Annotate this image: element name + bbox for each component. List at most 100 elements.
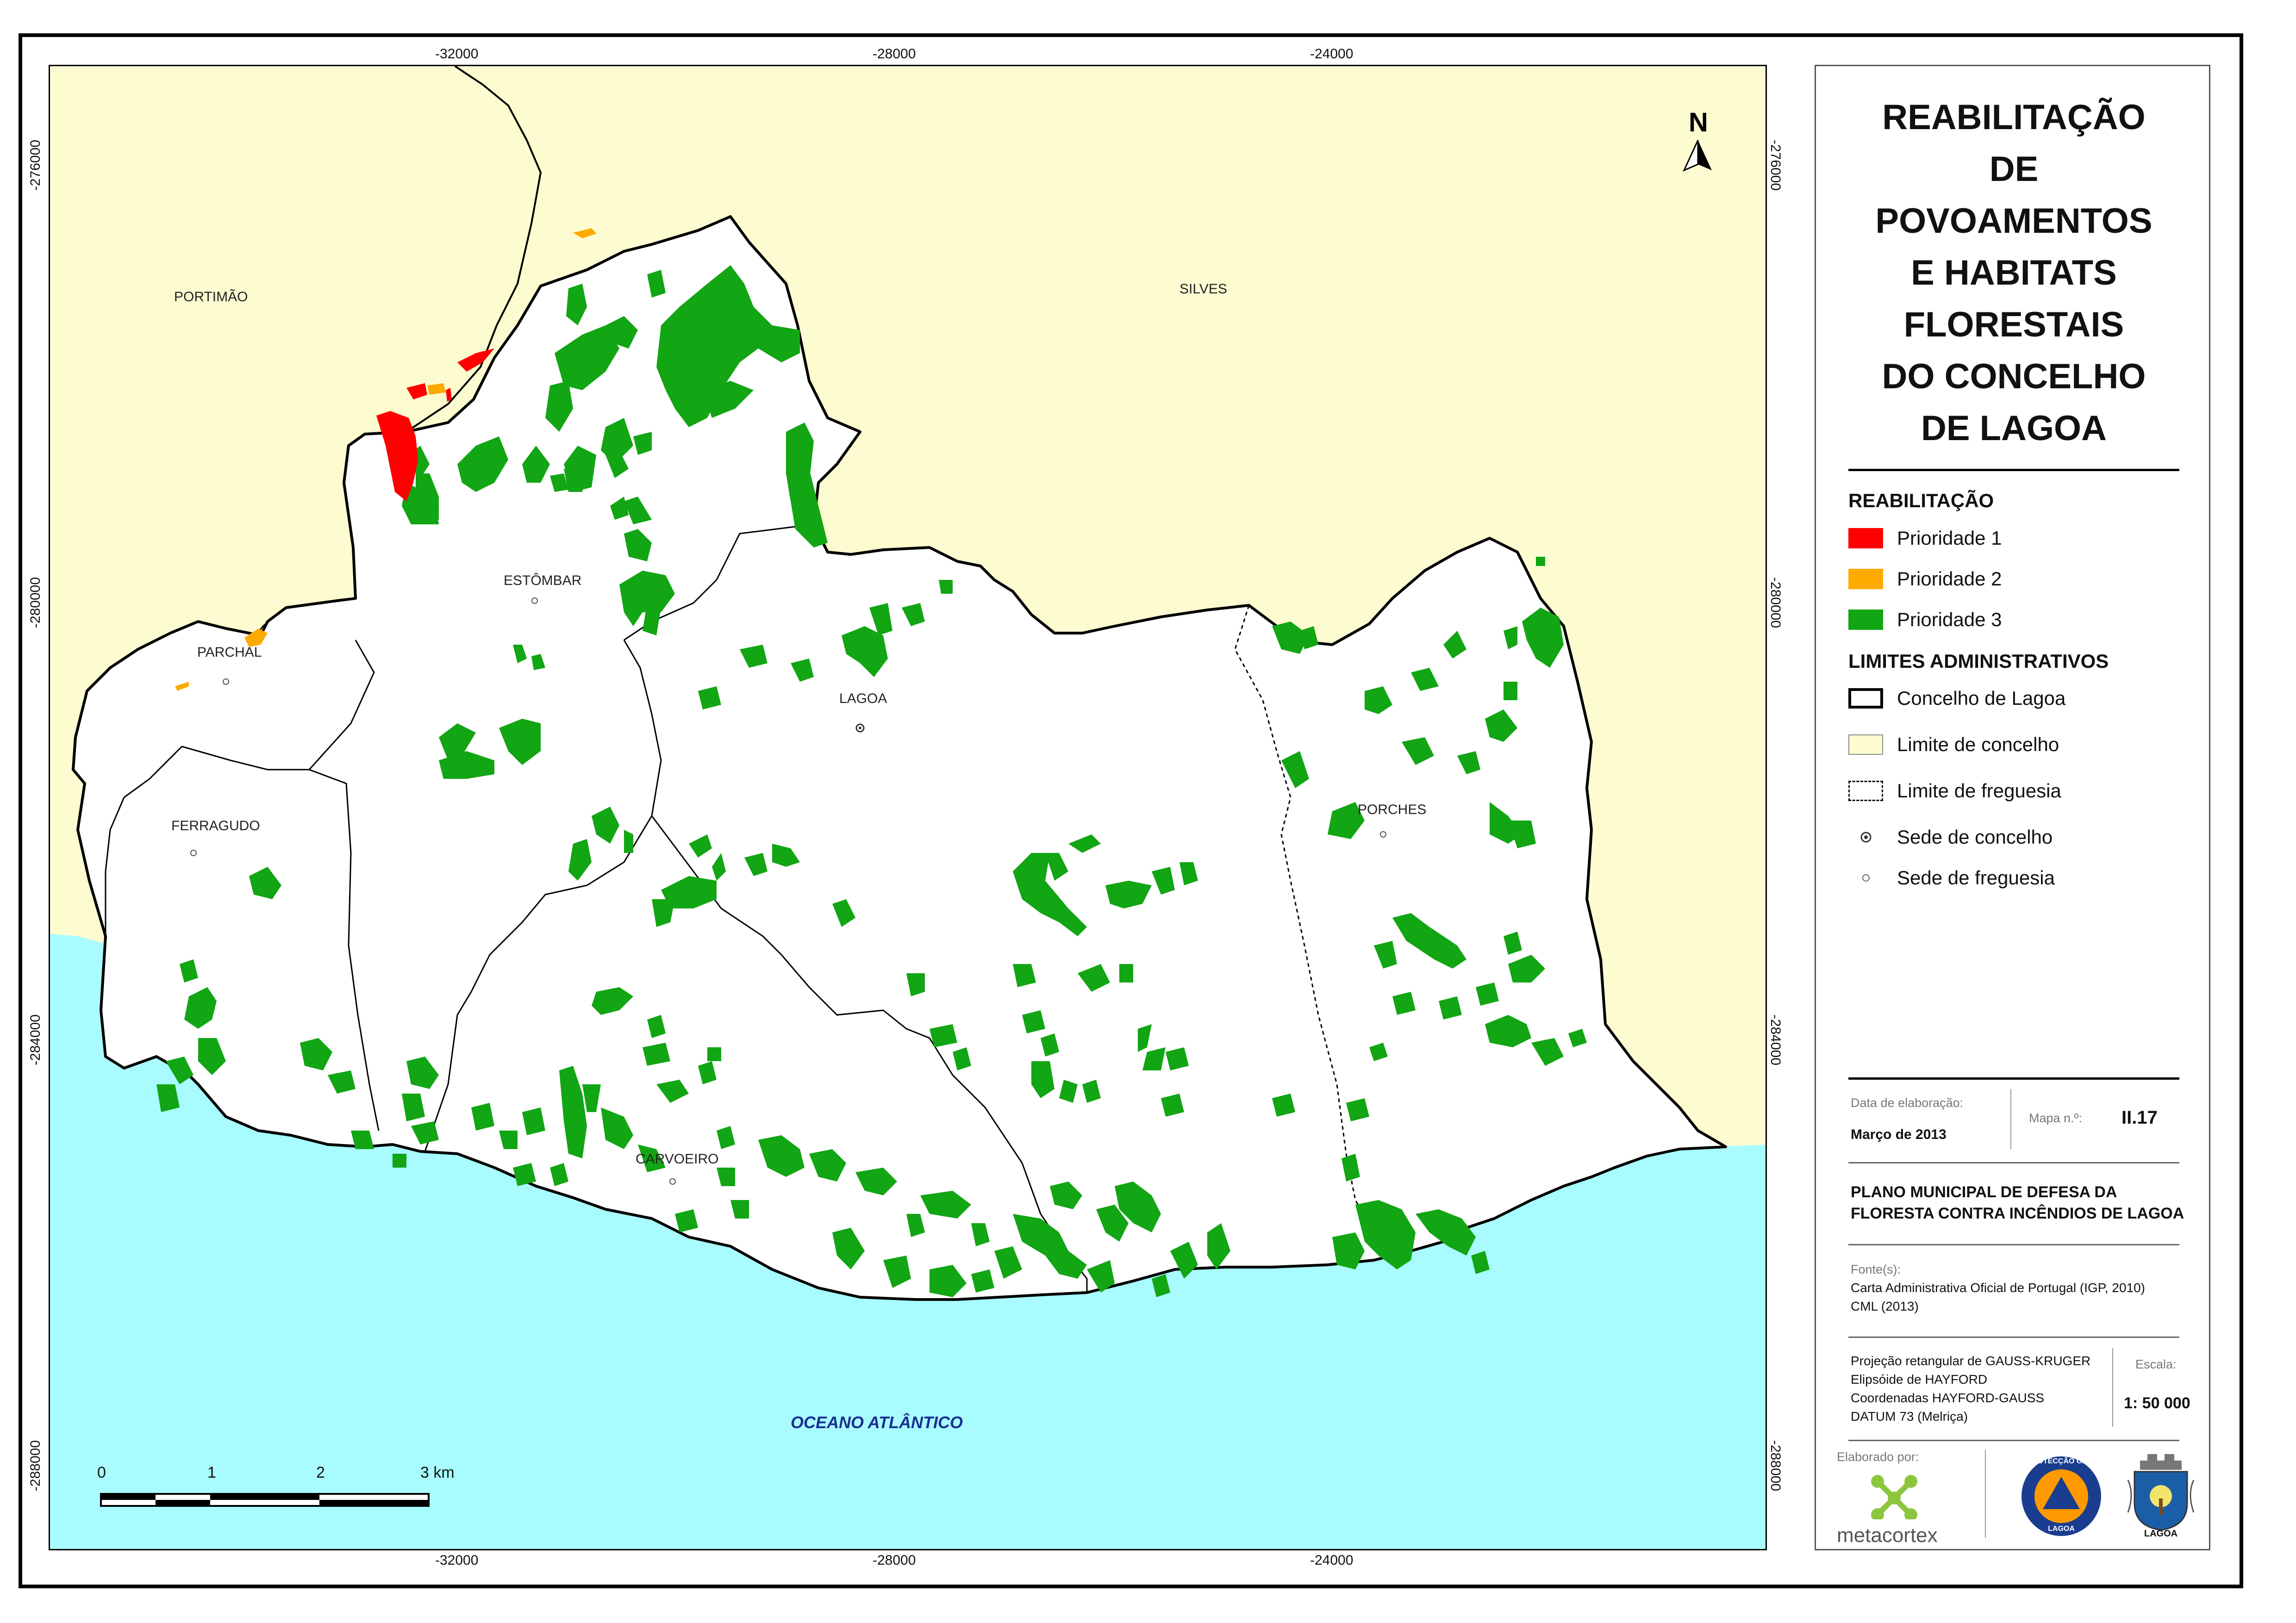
- priority-3-label: Prioridade 3: [1897, 609, 2002, 630]
- top-tick-3: -24000: [1310, 46, 1354, 62]
- north-arrow-label: N: [1689, 107, 1708, 137]
- lagoa-crest-logo: LAGOA: [2121, 1452, 2200, 1540]
- title-line-6: DO CONCELHO: [1882, 357, 2146, 396]
- sede-concelho-label: Sede de concelho: [1897, 826, 2053, 848]
- right-tick-2: -280000: [1768, 577, 1784, 628]
- concelho-lagoa-swatch: [1848, 688, 1883, 709]
- made-by-label: Elaborado por:: [1837, 1450, 1919, 1464]
- map-number-label: Mapa n.º:: [2029, 1111, 2082, 1125]
- left-tick-2: -280000: [28, 577, 44, 628]
- sede-freguesia-label: Sede de freguesia: [1897, 867, 2055, 889]
- label-portimao: PORTIMÃO: [174, 289, 248, 305]
- date-separator: [2010, 1089, 2011, 1149]
- admin-heading: LIMITES ADMINISTRATIVOS: [1848, 650, 2109, 672]
- label-ocean: OCEANO ATLÂNTICO: [791, 1413, 963, 1432]
- limite-concelho-swatch: [1848, 734, 1883, 755]
- right-tick-1: -276000: [1768, 139, 1784, 191]
- meta-divider-5: [1848, 1440, 2179, 1441]
- scale-value: 1: 50 000: [2124, 1394, 2190, 1412]
- bottom-tick-2: -28000: [873, 1553, 916, 1568]
- meta-divider-4: [1848, 1337, 2179, 1338]
- legend-priority-3: Prioridade 3: [1848, 606, 2002, 634]
- projection-line-1: Projeção retangular de GAUSS-KRUGER: [1851, 1354, 2091, 1368]
- map-canvas[interactable]: PORTIMÃO SILVES ESTÔMBAR PARCHAL LAGOA F…: [49, 65, 1767, 1550]
- date-label: Data de elaboração:: [1851, 1096, 1964, 1110]
- label-estombar: ESTÔMBAR: [504, 573, 582, 588]
- metacortex-wordmark: metacortex: [1837, 1524, 1938, 1547]
- concelho-lagoa-label: Concelho de Lagoa: [1897, 687, 2066, 709]
- projection-line-2: Elipsóide de HAYFORD: [1851, 1372, 1988, 1387]
- meta-divider-2: [1848, 1162, 2179, 1163]
- legend-limite-concelho: Limite de concelho: [1848, 731, 2059, 759]
- label-porches: PORCHES: [1358, 802, 1427, 817]
- title-line-4: E HABITATS: [1911, 253, 2117, 292]
- title-line-3: POVOAMENTOS: [1875, 201, 2152, 241]
- top-tick-2: -28000: [873, 46, 916, 62]
- sources-label: Fonte(s):: [1851, 1262, 1901, 1276]
- sede-freguesia-icon: [1848, 868, 1883, 888]
- label-carvoeiro: CARVOEIRO: [636, 1151, 719, 1167]
- source-2: CML (2013): [1851, 1299, 1919, 1313]
- date-value: Março de 2013: [1851, 1127, 1947, 1142]
- priority-1-label: Prioridade 1: [1897, 527, 2002, 549]
- limite-freguesia-swatch: [1848, 781, 1883, 801]
- limite-concelho-label: Limite de concelho: [1897, 734, 2059, 755]
- legend-panel: REABILITAÇÃO DE POVOAMENTOS E HABITATS F…: [1815, 65, 2210, 1550]
- title-line-7: DE LAGOA: [1921, 409, 2107, 448]
- left-tick-1: -276000: [28, 139, 44, 191]
- scale-label-1: 1: [207, 1464, 216, 1481]
- scale-label-3: 3 km: [420, 1464, 455, 1481]
- legend-concelho-lagoa: Concelho de Lagoa: [1848, 684, 2065, 712]
- protecao-civil-lagoa-text: LAGOA: [2048, 1525, 2075, 1533]
- scale-label-0: 0: [97, 1464, 106, 1481]
- map-title: REABILITAÇÃO DE POVOAMENTOS E HABITATS F…: [1816, 92, 2212, 454]
- label-parchal: PARCHAL: [197, 645, 262, 660]
- priority-1-swatch: [1848, 528, 1883, 548]
- title-line-5: FLORESTAIS: [1903, 305, 2124, 344]
- left-tick-3: -284000: [28, 1014, 44, 1066]
- map-number-value: II.17: [2121, 1107, 2158, 1128]
- plan-line-2: FLORESTA CONTRA INCÊNDIOS DE LAGOA: [1851, 1205, 2184, 1222]
- title-line-1: REABILITAÇÃO: [1882, 98, 2146, 137]
- logo-separator: [1985, 1450, 1986, 1538]
- metacortex-logo: metacortex: [1837, 1473, 1957, 1547]
- legend-sede-freguesia: Sede de freguesia: [1848, 864, 2055, 892]
- metacortex-x-icon: [1871, 1475, 1917, 1519]
- scale-label: Escala:: [2135, 1357, 2177, 1371]
- legend-priority-2: Prioridade 2: [1848, 565, 2002, 593]
- scale-label-2: 2: [316, 1464, 325, 1481]
- projection-line-4: DATUM 73 (Melriça): [1851, 1409, 1968, 1424]
- map-graphic: [50, 66, 1766, 1549]
- legend-limite-freguesia: Limite de freguesia: [1848, 777, 2061, 805]
- right-tick-3: -284000: [1768, 1014, 1784, 1066]
- label-lagoa: LAGOA: [839, 691, 887, 706]
- top-tick-1: -32000: [435, 46, 479, 62]
- left-tick-4: -288000: [28, 1440, 44, 1492]
- sede-concelho-icon: [1848, 827, 1883, 847]
- bottom-tick-1: -32000: [435, 1553, 479, 1568]
- scale-separator: [2112, 1348, 2113, 1427]
- source-1: Carta Administrativa Oficial de Portugal…: [1851, 1281, 2146, 1295]
- scalebar: [100, 1493, 430, 1507]
- label-silves: SILVES: [1179, 281, 1227, 297]
- legend-priority-1: Prioridade 1: [1848, 524, 2002, 552]
- title-divider: [1848, 469, 2179, 471]
- legend-sede-concelho: Sede de concelho: [1848, 823, 2053, 851]
- meta-divider-3: [1848, 1244, 2179, 1245]
- right-tick-4: -288000: [1768, 1440, 1784, 1492]
- priority-2-label: Prioridade 2: [1897, 568, 2002, 590]
- protecao-civil-logo: PROTECÇÃO CIVIL LAGOA: [2020, 1455, 2103, 1538]
- limite-freguesia-label: Limite de freguesia: [1897, 780, 2061, 802]
- label-ferragudo: FERRAGUDO: [171, 818, 260, 833]
- priority-2-swatch: [1848, 569, 1883, 589]
- projection-line-3: Coordenadas HAYFORD-GAUSS: [1851, 1391, 2045, 1405]
- meta-divider-top: [1848, 1077, 2179, 1080]
- priority-3-swatch: [1848, 609, 1883, 630]
- protecao-civil-text: PROTECÇÃO CIVIL: [2027, 1457, 2096, 1465]
- lagoa-crest-text: LAGOA: [2144, 1529, 2178, 1539]
- bottom-tick-3: -24000: [1310, 1553, 1354, 1568]
- lagoa-crest-icon: [2127, 1454, 2195, 1531]
- rehab-heading: REABILITAÇÃO: [1848, 490, 1994, 511]
- title-line-2: DE: [1989, 149, 2039, 189]
- plan-line-1: PLANO MUNICIPAL DE DEFESA DA: [1851, 1183, 2117, 1201]
